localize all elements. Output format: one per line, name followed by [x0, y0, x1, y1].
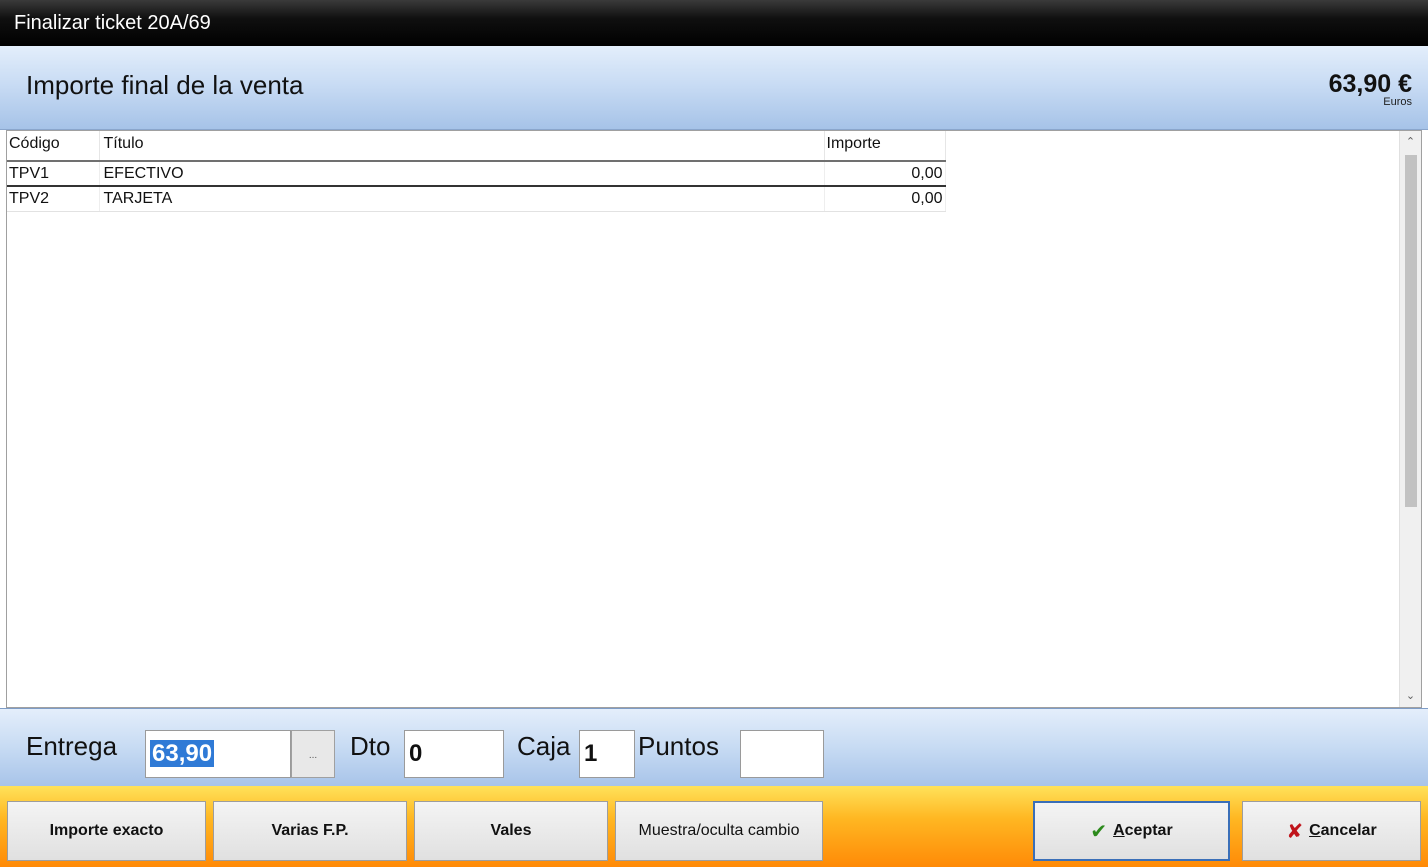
column-header-code[interactable]: Código — [7, 131, 100, 162]
cancelar-label: Cancelar — [1309, 822, 1377, 839]
entrega-more-button[interactable]: ... — [291, 730, 335, 778]
table-header-row: Código Título Importe — [7, 131, 946, 162]
importe-exacto-label: Importe exacto — [49, 822, 164, 839]
column-header-amount[interactable]: Importe — [824, 131, 946, 162]
payment-methods-grid[interactable]: Código Título Importe TPV1 EFECTIVO 0,00… — [6, 130, 1422, 708]
close-icon: ✘ — [1286, 820, 1304, 843]
entry-bar: Entrega 63,90 ... Dto 0 Caja 1 Puntos — [0, 708, 1428, 786]
row-amount[interactable]: 0,00 — [824, 161, 946, 187]
puntos-label: Puntos — [638, 731, 719, 761]
entrega-value: 63,90 — [150, 740, 215, 767]
importe-exacto-button[interactable]: Importe exacto — [7, 801, 206, 861]
vales-button[interactable]: Vales — [414, 801, 608, 861]
scroll-down-icon[interactable]: ⌄ — [1400, 685, 1421, 707]
row-amount[interactable]: 0,00 — [824, 186, 946, 212]
muestra-cambio-label: Muestra/oculta cambio — [638, 822, 800, 839]
varias-fp-label: Varias F.P. — [271, 822, 349, 839]
vales-label: Vales — [490, 822, 532, 839]
scroll-up-icon[interactable]: ⌃ — [1400, 131, 1421, 153]
muestra-cambio-button[interactable]: Muestra/oculta cambio — [615, 801, 823, 861]
window-title: Finalizar ticket 20A/69 — [0, 0, 1428, 46]
cancelar-button[interactable]: ✘ Cancelar — [1242, 801, 1421, 861]
aceptar-button[interactable]: ✔ Aceptar — [1033, 801, 1230, 861]
button-bar: Importe exacto Varias F.P. Vales Muestra… — [0, 786, 1428, 867]
entrega-input[interactable]: 63,90 — [145, 730, 291, 778]
caja-label: Caja — [517, 731, 571, 761]
dto-label: Dto — [350, 731, 391, 761]
column-header-title[interactable]: Título — [99, 131, 825, 162]
caja-input[interactable]: 1 — [579, 730, 635, 778]
row-title[interactable]: EFECTIVO — [99, 161, 825, 187]
table-row[interactable]: TPV2 TARJETA 0,00 — [7, 186, 946, 212]
aceptar-label: Aceptar — [1113, 822, 1173, 839]
checkmark-icon: ✔ — [1090, 820, 1108, 843]
header-title: Importe final de la venta — [26, 70, 304, 100]
row-code[interactable]: TPV2 — [7, 186, 100, 212]
row-title[interactable]: TARJETA — [99, 186, 825, 212]
dto-input[interactable]: 0 — [404, 730, 504, 778]
currency-unit: Euros — [1383, 96, 1412, 108]
vertical-scrollbar[interactable]: ⌃ ⌄ — [1399, 131, 1421, 707]
table-row[interactable]: TPV1 EFECTIVO 0,00 — [7, 161, 946, 187]
scroll-thumb[interactable] — [1405, 155, 1417, 507]
payment-table: Código Título Importe TPV1 EFECTIVO 0,00… — [7, 131, 946, 212]
varias-fp-button[interactable]: Varias F.P. — [213, 801, 407, 861]
puntos-input[interactable] — [740, 730, 824, 778]
header-panel: Importe final de la venta 63,90 € Euros — [0, 46, 1428, 130]
row-code[interactable]: TPV1 — [7, 161, 100, 187]
entrega-label: Entrega — [26, 731, 118, 761]
total-amount: 63,90 € — [1328, 70, 1412, 98]
